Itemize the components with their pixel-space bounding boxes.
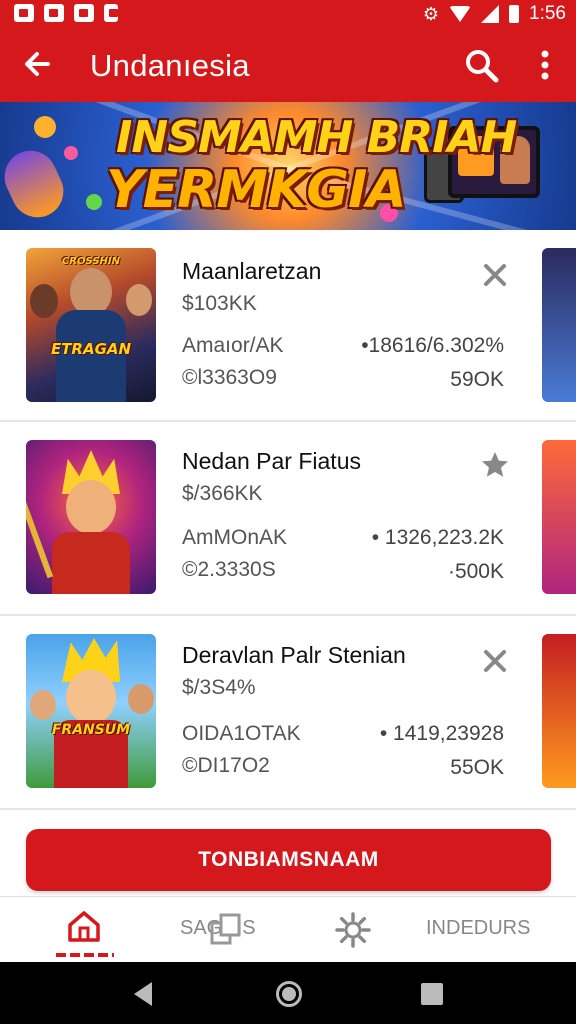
wifi-icon [449,6,472,22]
search-icon[interactable] [462,46,502,86]
settings-status-icon: ⚙ [422,4,440,24]
home-icon [68,911,100,942]
banner-title-line2: YERMKGIA [106,160,407,220]
gallery-notification-icon [14,4,34,22]
game-developer: Amaıor/AK [182,334,284,357]
game-title: Maanlaretzan [182,258,322,284]
game-stats: • 1419,23928 [379,722,504,745]
game-developer: OIDA1OTAK [182,722,301,745]
game-stats: •18616/6.302% [361,334,504,357]
thumbnail-caption: FRANSUM [51,722,131,738]
game-price: $103KK [182,292,257,315]
game-downloads: 55OK [450,756,504,779]
system-home-icon[interactable] [276,981,302,1007]
gear-icon [335,912,371,948]
game-title: Deravlan Palr Stenian [182,642,406,668]
signal-icon [481,5,500,23]
list-item[interactable]: CROSSHIN ETRAGAN Maanlaretzan $103KK Ama… [0,232,576,422]
promo-banner[interactable]: INSMAMH BRIAH YERMKGIA [0,102,576,230]
primary-action-button[interactable]: TONBIAMSNAAM [26,829,551,891]
game-price: $/3S4% [182,676,256,699]
thumbnail-caption: ETRAGAN [50,340,132,358]
notification-icons [14,4,118,22]
game-id: ©l3363O9 [182,366,277,389]
close-icon[interactable] [480,646,510,676]
game-id: ©2.3330S [182,558,276,581]
gem-decoration [34,116,56,138]
more-options-icon[interactable] [530,46,560,86]
game-thumbnail[interactable] [26,440,156,594]
thumbnail-caption-top: CROSSHIN [61,256,121,267]
next-game-thumbnail[interactable] [542,634,576,788]
game-price: $/366KK [182,482,263,505]
battery-icon [509,5,520,23]
game-thumbnail[interactable]: CROSSHIN ETRAGAN [26,248,156,402]
game-developer: AmMOnAK [182,526,288,549]
nav-settings[interactable] [332,897,372,963]
nav-home[interactable] [52,897,116,963]
list-item[interactable]: Nedan Par Fiatus $/366KK AmMOnAK ©2.3330… [0,426,576,616]
list-item[interactable]: FRANSUM Deravlan Palr Stenian $/3S4% OID… [0,620,576,810]
game-thumbnail[interactable]: FRANSUM [26,634,156,788]
active-tab-indicator [56,953,114,957]
close-icon[interactable] [480,260,510,290]
nav-indexes[interactable]: INDEDURS [426,897,536,963]
status-time: 1:56 [529,3,566,24]
app-bar: Undanıesia [0,28,576,102]
back-arrow-icon[interactable] [18,44,58,84]
system-back-icon[interactable] [134,982,152,1006]
banner-title-line1: INSMAMH BRIAH [116,112,517,163]
status-bar: ⚙ 1:56 [0,0,576,28]
app-notification-icon [104,4,118,22]
page-title: Undanıesia [90,48,250,83]
capsule-decoration [0,142,72,226]
game-title: Nedan Par Fiatus [182,448,361,474]
system-recents-icon[interactable] [421,983,443,1005]
bottom-navigation: SAGINS INDEDURS [0,896,576,962]
message-notification-icon [74,4,94,22]
system-navigation-bar [0,962,576,1024]
game-downloads: 59OK [450,368,504,391]
gem-decoration [86,194,102,210]
nav-indexes-label: INDEDURS [426,917,531,939]
game-stats: • 1326,223.2K [371,526,504,549]
library-icon [210,913,241,945]
game-id: ©DI17O2 [182,754,270,777]
game-downloads: ·500K [447,560,504,583]
nav-saved[interactable]: SAGINS [180,897,280,963]
star-icon[interactable] [480,450,510,480]
next-game-thumbnail[interactable] [542,248,576,402]
next-game-thumbnail[interactable] [542,440,576,594]
video-notification-icon [44,4,64,22]
system-indicators: ⚙ 1:56 [423,3,566,25]
gem-decoration [64,146,78,160]
